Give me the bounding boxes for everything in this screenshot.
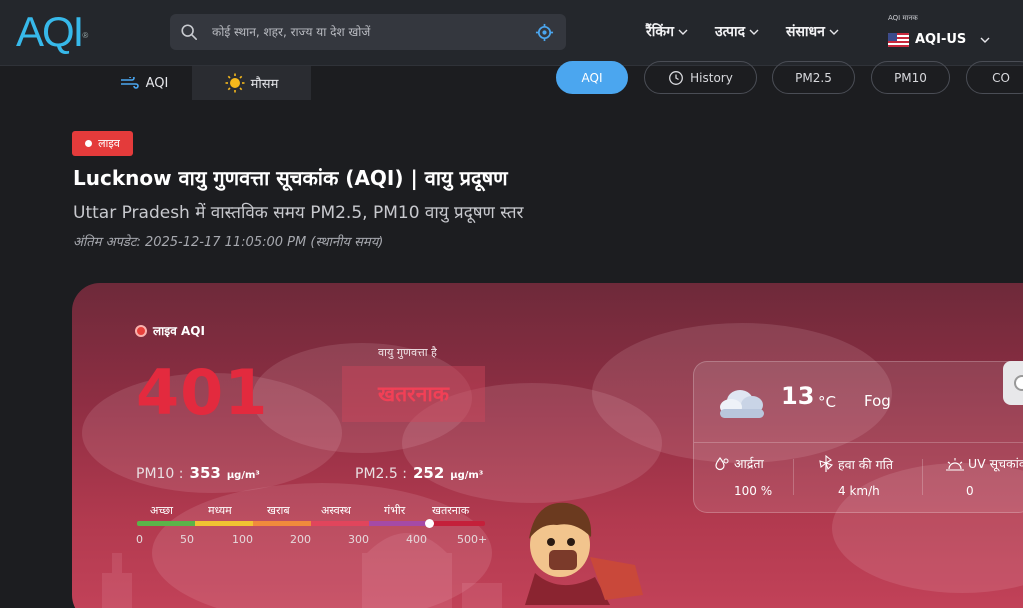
search-box[interactable] — [170, 14, 566, 50]
nav-products[interactable]: उत्पाद — [715, 22, 759, 41]
live-badge: लाइव — [72, 131, 133, 156]
search-input[interactable] — [212, 20, 512, 44]
uv-sun-icon — [946, 457, 964, 471]
wind-speed-value: 4 km/h — [838, 484, 880, 498]
sun-icon — [225, 73, 245, 93]
locate-me-icon[interactable] — [535, 23, 554, 42]
pill-co[interactable]: CO — [966, 61, 1023, 94]
scale-number: 50 — [180, 533, 194, 546]
page-subtitle: Uttar Pradesh में वास्तविक समय PM2.5, PM… — [73, 203, 524, 223]
live-aqi-label: लाइव AQI — [135, 322, 205, 339]
scale-label: खतरनाक — [432, 504, 470, 517]
scale-number: 200 — [290, 533, 311, 546]
pill-pm25[interactable]: PM2.5 — [772, 61, 855, 94]
scale-label: मध्यम — [208, 504, 232, 517]
side-toggle-button[interactable] — [1003, 361, 1023, 405]
aqi-standard-value: AQI-US — [915, 32, 967, 47]
scale-segment — [253, 521, 311, 526]
tab-aqi[interactable]: AQI — [96, 66, 192, 100]
nav-resources[interactable]: संसाधन — [786, 22, 839, 41]
chevron-down-icon — [678, 29, 688, 35]
scale-label: अस्वस्थ — [321, 504, 351, 517]
chevron-down-icon — [829, 29, 839, 35]
top-navigation-bar: AQI® रैंकिंग उत्पाद संसाधन AQI मानक — [0, 0, 1023, 66]
weather-condition: Fog — [864, 392, 891, 410]
scale-segment — [427, 521, 485, 526]
search-icon — [181, 24, 198, 41]
scale-number: 0 — [136, 533, 143, 546]
tab-weather[interactable]: मौसम — [192, 66, 311, 100]
humidity-value: 100 % — [734, 484, 773, 498]
pill-pm10[interactable]: PM10 — [871, 61, 950, 94]
wind-speed-label: हवा की गति — [818, 455, 893, 473]
pm10-reading: PM10 : 353 µg/m³ — [136, 464, 260, 482]
nav-rankings[interactable]: रैंकिंग — [646, 22, 688, 41]
live-dot-icon — [85, 140, 93, 147]
scale-segment — [311, 521, 369, 526]
last-updated: अंतिम अपडेट: 2025-12-17 11:05:00 PM (स्थ… — [73, 235, 384, 250]
temperature-value: 13 — [781, 382, 815, 410]
scale-segment — [195, 521, 253, 526]
aqi-scale-marker — [425, 519, 434, 528]
scale-label: गंभीर — [384, 504, 406, 517]
us-flag-icon — [888, 32, 909, 47]
air-quality-label: वायु गुणवत्ता है — [378, 346, 437, 359]
pm25-reading: PM2.5 : 252 µg/m³ — [355, 464, 484, 482]
aqi-standard-label: AQI मानक — [888, 14, 918, 22]
scale-number: 400 — [406, 533, 427, 546]
air-quality-status: खतरनाक — [342, 366, 485, 422]
scale-label: खराब — [267, 504, 290, 517]
pinwheel-icon — [819, 455, 834, 472]
humidity-label: आर्द्रता — [714, 455, 764, 472]
scale-segment — [137, 521, 195, 526]
fog-cloud-icon — [720, 390, 764, 418]
chevron-down-icon — [749, 29, 759, 35]
scale-number: 300 — [348, 533, 369, 546]
pill-history[interactable]: History — [644, 61, 757, 94]
history-icon — [669, 70, 684, 85]
scale-number: 500+ — [457, 533, 488, 546]
mascot-illustration — [525, 502, 643, 605]
uv-index-label: UV सूचकांक — [946, 455, 1023, 472]
aqi-logo[interactable]: AQI® — [16, 10, 88, 54]
humidity-icon — [715, 456, 729, 470]
toggle-icon — [1014, 375, 1023, 391]
chevron-down-icon — [980, 37, 990, 43]
aqi-standard-selector[interactable]: AQI-US — [888, 32, 990, 47]
wind-icon — [120, 77, 139, 89]
scale-label: अच्छा — [150, 504, 174, 517]
scale-segment — [369, 521, 427, 526]
scale-number: 100 — [232, 533, 253, 546]
live-dot-icon — [135, 324, 147, 337]
uv-index-value: 0 — [966, 484, 974, 498]
aqi-value: 401 — [136, 356, 269, 429]
pill-aqi[interactable]: AQI — [556, 61, 628, 94]
temperature-unit: °C — [818, 393, 836, 411]
page-title: Lucknow वायु गुणवत्ता सूचकांक (AQI) | वा… — [73, 166, 508, 190]
